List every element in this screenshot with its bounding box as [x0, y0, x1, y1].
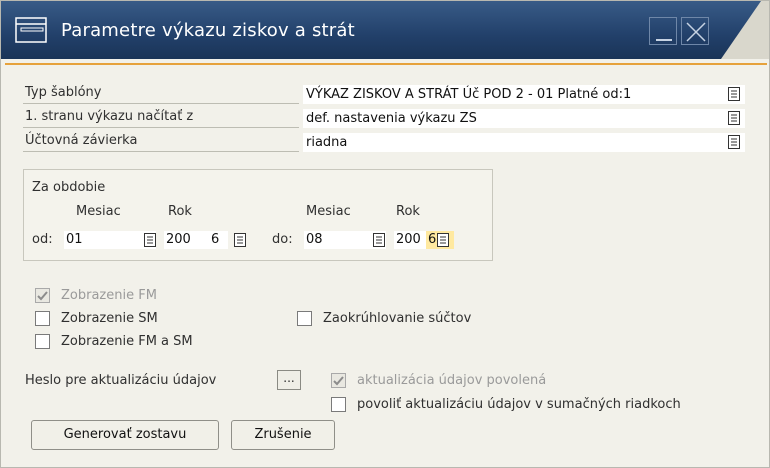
closing-field[interactable]: riadna: [303, 133, 745, 152]
to-month-value: 08: [306, 232, 323, 247]
title-accent-line: [5, 63, 767, 65]
update-allowed-checkbox[interactable]: [331, 373, 346, 388]
from-month-header: Mesiac: [76, 204, 121, 219]
window-title: Parametre výkazu ziskov a strát: [61, 20, 355, 41]
list-picker-icon[interactable]: [144, 233, 156, 247]
from-year-digit: 6: [211, 232, 220, 247]
to-month-header: Mesiac: [306, 204, 351, 219]
row-divider: [23, 151, 299, 152]
list-picker-icon[interactable]: [728, 135, 740, 149]
rounding-checkbox[interactable]: [297, 311, 312, 326]
close-button[interactable]: [681, 17, 709, 45]
minimize-icon: [656, 39, 672, 41]
list-picker-icon[interactable]: [728, 111, 740, 125]
list-picker-icon[interactable]: [728, 87, 740, 101]
show-fm-sm-label: Zobrazenie FM a SM: [61, 334, 193, 349]
closing-label: Účtovná závierka: [25, 133, 138, 148]
checkmark-icon: [333, 376, 344, 386]
list-picker-icon[interactable]: [234, 233, 246, 247]
list-picker-icon[interactable]: [373, 233, 385, 247]
show-fm-checkbox[interactable]: [35, 288, 50, 303]
generate-report-button[interactable]: Generovať zostavu: [31, 420, 219, 450]
from-month-value: 01: [66, 232, 83, 247]
show-sm-checkbox[interactable]: [35, 311, 50, 326]
password-label: Heslo pre aktualizáciu údajov: [25, 373, 217, 388]
close-icon: [686, 22, 706, 42]
from-year-header: Rok: [168, 204, 192, 219]
row-divider: [23, 103, 299, 104]
show-fm-sm-checkbox[interactable]: [35, 334, 50, 349]
show-fm-label: Zobrazenie FM: [61, 288, 157, 303]
from-month-field[interactable]: 01: [64, 231, 156, 249]
to-year-field[interactable]: 200: [394, 231, 426, 249]
password-button[interactable]: ...: [277, 370, 301, 390]
cancel-button[interactable]: Zrušenie: [231, 420, 335, 450]
rounding-label: Zaokrúhlovanie súčtov: [323, 311, 472, 326]
from-year-value: 200: [166, 232, 191, 247]
period-group: Za obdobie Mesiac Rok Mesiac Rok od: 01 …: [23, 169, 493, 261]
period-group-label: Za obdobie: [32, 180, 106, 195]
to-year-value: 200: [396, 232, 421, 247]
window-form-icon: [15, 17, 47, 43]
show-sm-label: Zobrazenie SM: [61, 311, 158, 326]
minimize-button[interactable]: [649, 17, 677, 45]
checkmark-icon: [37, 291, 48, 301]
first-page-label: 1. stranu výkazu načítať z: [25, 109, 194, 124]
row-divider: [23, 127, 299, 128]
to-year-header: Rok: [396, 204, 420, 219]
dialog-window: Parametre výkazu ziskov a strát Typ šabl…: [0, 0, 770, 468]
from-label: od:: [32, 232, 53, 247]
list-picker-icon[interactable]: [437, 233, 449, 247]
from-year-field[interactable]: 200 6: [164, 231, 228, 249]
to-label: do:: [272, 232, 293, 247]
template-type-field[interactable]: VÝKAZ ZISKOV A STRÁT Úč POD 2 - 01 Platn…: [303, 85, 745, 104]
allow-sum-rows-checkbox[interactable]: [331, 397, 346, 412]
template-type-label: Typ šablóny: [25, 85, 102, 100]
first-page-field[interactable]: def. nastavenia výkazu ZS: [303, 109, 745, 128]
to-year-digit: 6: [428, 232, 437, 247]
allow-sum-rows-label: povoliť aktualizáciu údajov v sumačných …: [357, 397, 681, 412]
update-allowed-label: aktualizácia údajov povolená: [357, 373, 547, 388]
